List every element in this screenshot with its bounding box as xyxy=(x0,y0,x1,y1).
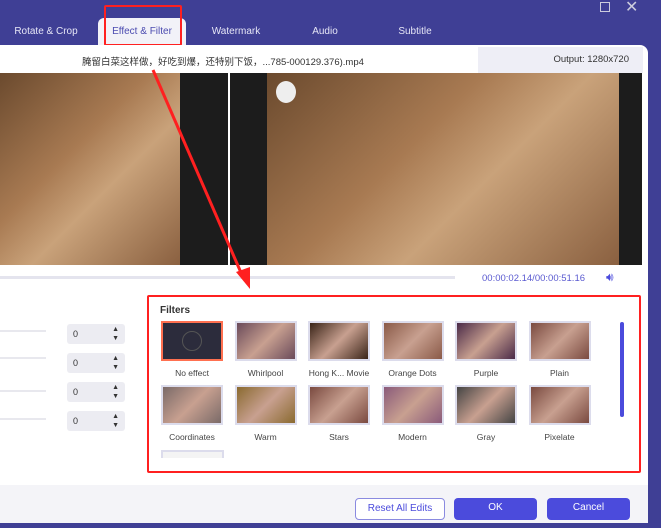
filter-label: Gray xyxy=(476,432,496,442)
cancel-button[interactable]: Cancel xyxy=(547,498,630,520)
filter-label: No effect xyxy=(175,368,209,378)
filter-thumb-coordinates[interactable] xyxy=(161,385,223,425)
ok-button[interactable]: OK xyxy=(454,498,537,520)
tab-watermark[interactable]: Watermark xyxy=(196,18,276,46)
slider-3[interactable] xyxy=(0,390,46,392)
filter-thumb-modern[interactable] xyxy=(381,385,444,425)
filter-thumb-gray[interactable] xyxy=(455,385,517,425)
filter-label: Warm xyxy=(254,432,277,442)
value-stepper-1[interactable]: 0 ▲ ▼ xyxy=(67,324,125,344)
filter-label: Pixelate xyxy=(544,432,575,442)
filter-label: Hong K... Movie xyxy=(308,368,370,378)
filter-thumb-no-effect[interactable] xyxy=(161,321,223,361)
tab-subtitle[interactable]: Subtitle xyxy=(380,18,450,46)
filter-thumb-hong-k-movie[interactable] xyxy=(308,321,370,361)
stepper-arrows-icon[interactable]: ▲ ▼ xyxy=(112,383,119,401)
value-stepper-3[interactable]: 0 ▲ ▼ xyxy=(67,382,125,402)
slider-1[interactable] xyxy=(0,330,46,332)
original-preview xyxy=(0,73,228,265)
filter-thumb-orange-dots[interactable] xyxy=(381,321,444,361)
filter-thumb-plain[interactable] xyxy=(528,321,591,361)
reset-all-edits-button[interactable]: Reset All Edits xyxy=(355,498,445,520)
slider-2[interactable] xyxy=(0,357,46,359)
timeline-bar[interactable] xyxy=(0,276,455,279)
filter-thumb-warm[interactable] xyxy=(234,385,297,425)
value-stepper-4[interactable]: 0 ▲ ▼ xyxy=(67,411,125,431)
filter-label: Whirlpool xyxy=(247,368,284,378)
filter-thumb-stars[interactable] xyxy=(308,385,370,425)
slider-4[interactable] xyxy=(0,418,46,420)
filter-thumb-purple[interactable] xyxy=(455,321,517,361)
filter-label: Purple xyxy=(473,368,499,378)
filters-title: Filters xyxy=(160,305,191,316)
stepper-arrows-icon[interactable]: ▲ ▼ xyxy=(112,325,119,343)
filter-thumb-whirlpool[interactable] xyxy=(234,321,297,361)
stepper-value: 0 xyxy=(73,387,79,397)
value-stepper-2[interactable]: 0 ▲ ▼ xyxy=(67,353,125,373)
filters-partial-thumb xyxy=(161,450,224,458)
tab-highlight xyxy=(104,5,182,46)
stepper-value: 0 xyxy=(73,358,79,368)
close-icon[interactable]: ✕ xyxy=(625,0,638,17)
output-resolution: Output: 1280x720 xyxy=(478,47,643,73)
filter-label: Modern xyxy=(398,432,427,442)
watermark-logo xyxy=(276,81,296,103)
filter-label: Stars xyxy=(329,432,349,442)
stepper-arrows-icon[interactable]: ▲ ▼ xyxy=(112,412,119,430)
filter-thumb-pixelate[interactable] xyxy=(528,385,591,425)
tab-rotate-crop[interactable]: Rotate & Crop xyxy=(0,18,92,46)
file-name: 腌留白菜这样做，好吃到爆，还特别下饭，...785-000129.376).mp… xyxy=(82,57,364,68)
output-preview xyxy=(230,73,642,265)
volume-icon[interactable]: 🔊︎ xyxy=(606,270,614,285)
tab-audio[interactable]: Audio xyxy=(295,18,355,46)
filters-scrollbar[interactable] xyxy=(620,322,624,417)
filter-label: Plain xyxy=(550,368,569,378)
filter-label: Coordinates xyxy=(169,432,215,442)
stepper-value: 0 xyxy=(73,329,79,339)
maximize-icon[interactable] xyxy=(600,2,610,12)
no-effect-icon xyxy=(182,331,202,351)
stepper-value: 0 xyxy=(73,416,79,426)
filter-label: Orange Dots xyxy=(388,368,437,378)
time-display: 00:00:02.14/00:00:51.16 xyxy=(482,273,586,284)
stepper-arrows-icon[interactable]: ▲ ▼ xyxy=(112,354,119,372)
